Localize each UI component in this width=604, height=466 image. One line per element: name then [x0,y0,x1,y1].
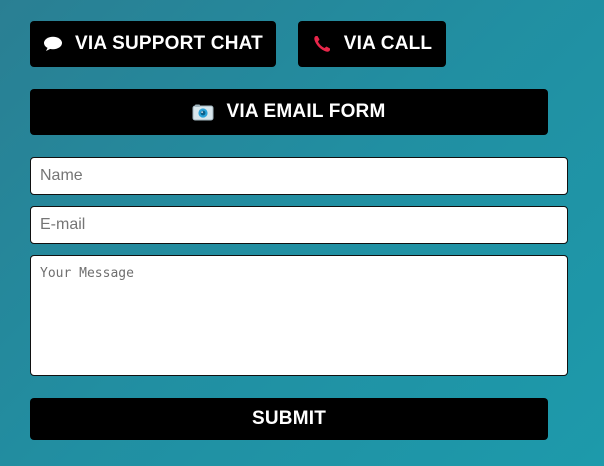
name-input[interactable] [30,157,568,195]
email-form-button[interactable]: VIA EMAIL FORM [30,89,548,135]
email-form-label: VIA EMAIL FORM [226,101,386,122]
call-button[interactable]: VIA CALL [298,21,446,67]
support-chat-button[interactable]: VIA SUPPORT CHAT [30,21,276,67]
support-chat-label: VIA SUPPORT CHAT [75,33,263,54]
submit-label: SUBMIT [251,408,327,429]
call-label: VIA CALL [343,33,433,54]
speech-bubble-icon [43,36,63,52]
message-textarea[interactable] [30,255,568,376]
camera-icon [192,103,214,121]
telephone-receiver-icon [312,34,332,54]
submit-button[interactable]: SUBMIT [30,398,548,440]
email-input[interactable] [30,206,568,244]
